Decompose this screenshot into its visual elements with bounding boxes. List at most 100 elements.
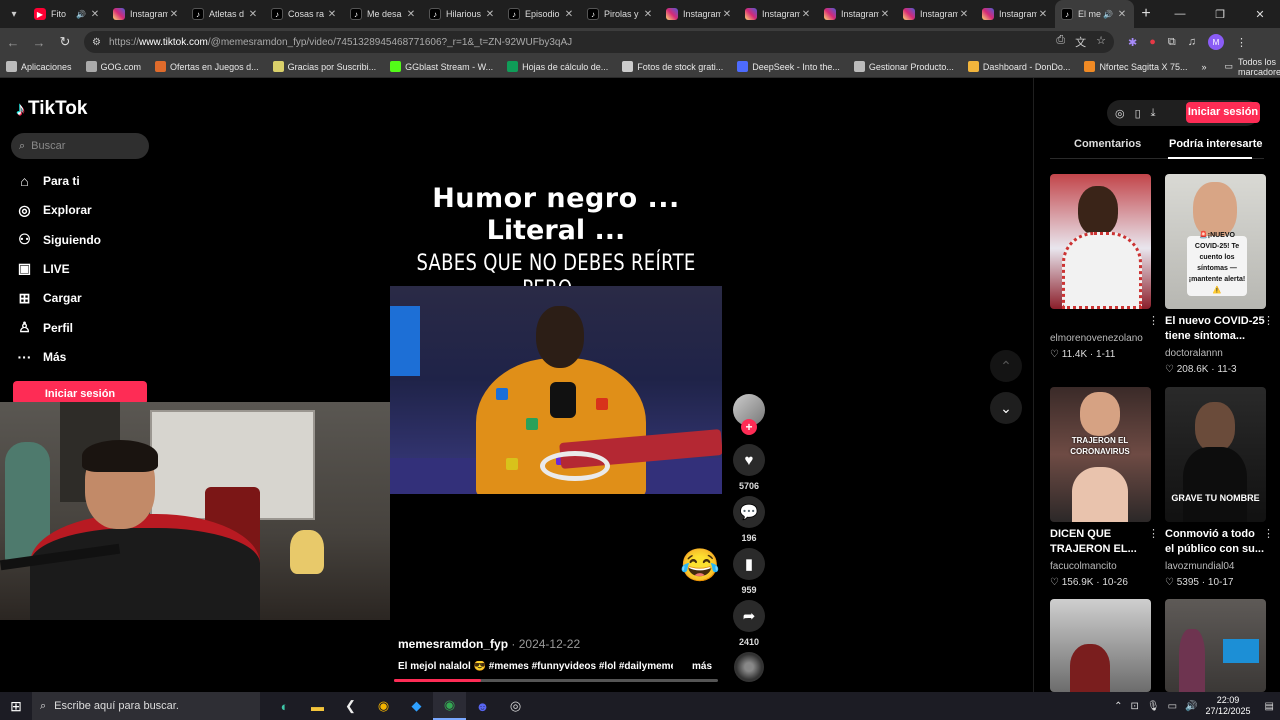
mic-icon[interactable]: 🎙: [1147, 701, 1160, 712]
search-box[interactable]: ⌕: [11, 133, 149, 159]
card-author[interactable]: facucolmancito: [1050, 561, 1151, 572]
close-tab-icon[interactable]: ✕: [484, 9, 496, 20]
browser-tab[interactable]: Instagram ✕: [660, 0, 739, 28]
chrome-icon[interactable]: ◉: [367, 692, 400, 720]
new-tab-button[interactable]: +: [1134, 5, 1158, 23]
clock[interactable]: 22:09 27/12/2025: [1206, 695, 1251, 717]
bookmark-item[interactable]: Fotos de stock grati...: [622, 61, 723, 72]
bookmark-item[interactable]: Ofertas en Juegos d...: [155, 61, 259, 72]
close-tab-icon[interactable]: ✕: [405, 9, 417, 20]
obs-icon[interactable]: ◎: [499, 692, 532, 720]
video-card[interactable]: TRAJERON EL CORONAVIRUS DICEN QUE TRAJER…: [1050, 387, 1159, 588]
card-thumbnail[interactable]: GRAVE TU NOMBRE: [1165, 387, 1266, 522]
device-icon[interactable]: ▯: [1135, 107, 1141, 120]
nav-item-perfil[interactable]: ♙ Perfil: [16, 318, 73, 338]
browser-tab[interactable]: Instagram ✕: [818, 0, 897, 28]
windows-start-icon[interactable]: ⊞: [0, 698, 32, 715]
card-more-icon[interactable]: ⋮: [1148, 314, 1159, 327]
bookmark-item[interactable]: GOG.com: [85, 61, 141, 72]
tab-comments[interactable]: Comentarios: [1074, 138, 1141, 150]
more-button[interactable]: más: [692, 661, 712, 672]
browser-tab[interactable]: ♪ El me 🔊 ✕: [1055, 0, 1134, 28]
bookmark-item[interactable]: Gracias por Suscribi...: [272, 61, 376, 72]
browser-tab[interactable]: Instagram ✕: [897, 0, 976, 28]
close-tab-icon[interactable]: ✕: [721, 9, 733, 20]
browser-tab[interactable]: ♪ Hilarious ✕: [423, 0, 502, 28]
login-button-top[interactable]: Iniciar sesión: [1186, 102, 1260, 123]
tray-chevron-icon[interactable]: ⌃: [1114, 701, 1122, 712]
speaker-icon[interactable]: 🔊: [76, 10, 86, 19]
card-author[interactable]: elmorenovenezolano: [1050, 333, 1151, 344]
close-tab-icon[interactable]: ✕: [89, 9, 101, 20]
nav-item-siguiendo[interactable]: ⚇ Siguiendo: [16, 230, 101, 250]
bookmark-item[interactable]: Nfortec Sagitta X 75...: [1084, 61, 1187, 72]
extension-gear-icon[interactable]: ✱: [1128, 36, 1137, 49]
extensions-puzzle-icon[interactable]: ⧉: [1168, 36, 1176, 49]
discord-icon[interactable]: ☻: [466, 692, 499, 720]
next-video-icon[interactable]: ⌄: [990, 392, 1022, 424]
bookmark-item[interactable]: GGblast Stream - W...: [390, 61, 493, 72]
close-tab-icon[interactable]: ✕: [1037, 9, 1049, 20]
previous-video-icon[interactable]: ⌃: [990, 350, 1022, 382]
nav-item-más[interactable]: ··· Más: [16, 347, 67, 367]
app-arrow-icon[interactable]: ❮: [334, 692, 367, 720]
reload-icon[interactable]: ↻: [52, 34, 78, 50]
like-action[interactable]: ♥ 5706: [733, 444, 765, 491]
card-more-icon[interactable]: ⋮: [1148, 527, 1159, 540]
browser-menu-icon[interactable]: ⋮: [1236, 36, 1247, 49]
card-thumbnail[interactable]: [1165, 599, 1266, 692]
video-card[interactable]: [1050, 599, 1151, 692]
video-card[interactable]: [1165, 599, 1266, 692]
browser-tab[interactable]: ♪ Atletas d ✕: [186, 0, 265, 28]
card-more-icon[interactable]: ⋮: [1263, 527, 1274, 540]
close-tab-icon[interactable]: ✕: [326, 9, 338, 20]
wifi-icon[interactable]: ▭: [1168, 701, 1177, 712]
card-thumbnail[interactable]: [1050, 599, 1151, 692]
video-card[interactable]: GRAVE TU NOMBRE Conmovió a todo el públi…: [1165, 387, 1274, 588]
card-thumbnail[interactable]: [1050, 174, 1151, 309]
nav-item-live[interactable]: ▣ LIVE: [16, 259, 70, 279]
download-icon[interactable]: ⤓: [1151, 107, 1156, 120]
bookmark-icon[interactable]: ▮: [733, 548, 765, 580]
video-card[interactable]: elmorenovenezolano ♡ 11.4K · 1-11 ⋮: [1050, 174, 1159, 360]
tab-search-icon[interactable]: ▾: [0, 0, 28, 28]
save-action[interactable]: ▮ 959: [733, 548, 765, 595]
bookmark-item[interactable]: Hojas de cálculo de...: [507, 61, 608, 72]
card-thumbnail[interactable]: 🚨¡NUEVO COVID-25! Te cuento los síntomas…: [1165, 174, 1266, 309]
bookmark-star-icon[interactable]: ☆: [1096, 34, 1106, 50]
browser-tab[interactable]: ♪ Me desa ✕: [344, 0, 423, 28]
coins-icon[interactable]: ◎: [1115, 107, 1125, 120]
follow-plus-icon[interactable]: +: [741, 419, 757, 435]
nav-item-cargar[interactable]: ⊞ Cargar: [16, 288, 82, 308]
chrome-profile-icon[interactable]: ◉: [433, 692, 466, 720]
edge-icon[interactable]: ◐: [268, 692, 301, 720]
app-diamond-icon[interactable]: ◆: [400, 692, 433, 720]
share-action[interactable]: ➦ 2410: [733, 600, 765, 647]
back-icon[interactable]: ←: [0, 35, 26, 50]
video-author[interactable]: memesramdon_fyp · 2024-12-22: [398, 637, 580, 651]
restore-icon[interactable]: ❐: [1200, 8, 1240, 21]
card-author[interactable]: lavozmundial04: [1165, 561, 1266, 572]
close-window-icon[interactable]: ✕: [1240, 8, 1280, 21]
card-more-icon[interactable]: ⋮: [1263, 314, 1274, 327]
nav-item-para-ti[interactable]: ⌂ Para ti: [16, 171, 79, 191]
address-bar[interactable]: ⚙ https://www.tiktok.com/@memesramdon_fy…: [84, 31, 1114, 53]
bookmark-item[interactable]: Aplicaciones: [6, 61, 72, 72]
close-tab-icon[interactable]: ✕: [1116, 9, 1128, 20]
browser-tab[interactable]: ♪ Pirolas y ✕: [581, 0, 660, 28]
share-icon[interactable]: ➦: [733, 600, 765, 632]
search-input[interactable]: [31, 140, 132, 152]
bookmark-item[interactable]: Dashboard - DonDo...: [967, 61, 1070, 72]
file-explorer-icon[interactable]: ▬: [301, 692, 334, 720]
network-icon[interactable]: ⊡: [1131, 701, 1139, 712]
comment-icon[interactable]: 💬: [733, 496, 765, 528]
speaker-icon[interactable]: 🔊: [1103, 10, 1113, 19]
tiktok-logo[interactable]: ♪ TikTok: [16, 98, 87, 120]
tab-interesting[interactable]: Podría interesarte: [1169, 138, 1263, 150]
video-progress-bar[interactable]: [394, 679, 718, 682]
author-name[interactable]: memesramdon_fyp: [398, 637, 508, 651]
close-tab-icon[interactable]: ✕: [800, 9, 812, 20]
comment-action[interactable]: 💬 196: [733, 496, 765, 543]
close-tab-icon[interactable]: ✕: [168, 9, 180, 20]
close-tab-icon[interactable]: ✕: [563, 9, 575, 20]
